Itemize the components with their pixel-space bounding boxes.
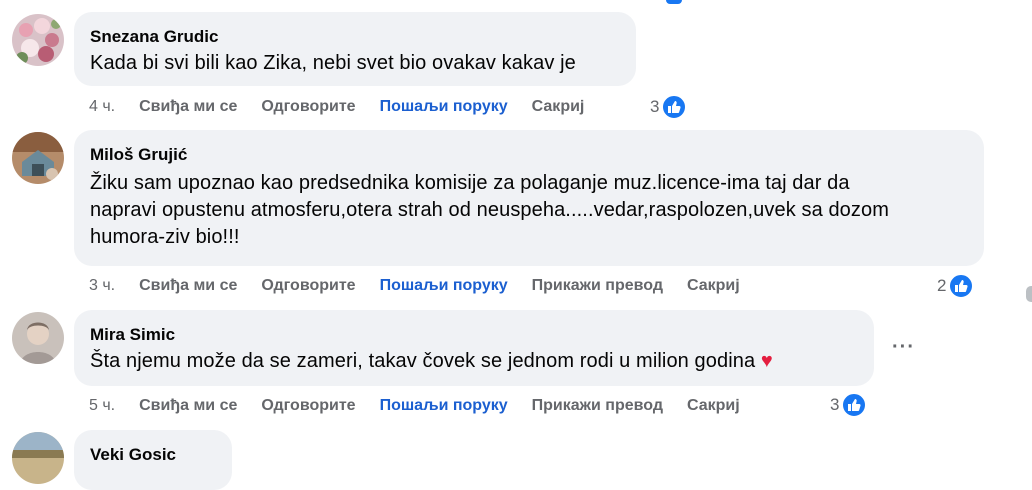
comment-bubble: Miloš Grujić Žiku sam upoznao kao predse… <box>74 130 984 266</box>
reply-button[interactable]: Одговорите <box>261 277 355 295</box>
avatar[interactable] <box>12 432 64 484</box>
thumbs-up-icon <box>661 94 688 120</box>
comment-author[interactable]: Miloš Grujić <box>90 144 968 166</box>
comment-author[interactable]: Mira Simic <box>90 324 858 346</box>
see-translation-button[interactable]: Прикажи превод <box>532 277 663 295</box>
comment-bubble: Veki Gosic <box>74 430 232 490</box>
comment-bubble: Mira Simic Šta njemu može da se zameri, … <box>74 310 874 386</box>
send-message-button[interactable]: Пошаљи поруку <box>380 277 508 295</box>
reply-button[interactable]: Одговорите <box>261 98 355 116</box>
more-options-icon[interactable]: ··· <box>892 336 915 359</box>
like-button[interactable]: Свиђа ми се <box>139 98 237 116</box>
comment-text-line: Žiku sam upoznao kao predsednika komisij… <box>90 172 850 194</box>
heart-emoji-icon: ♥ <box>760 350 773 372</box>
comment-actions: 3 ч. Свиђа ми се Одговорите Пошаљи порук… <box>89 275 764 297</box>
reaction-count: 3 <box>830 395 840 414</box>
comment-actions: 4 ч. Свиђа ми се Одговорите Пошаљи порук… <box>89 96 608 118</box>
comment-bubble: Snezana Grudic Kada bi svi bili kao Zika… <box>74 12 636 86</box>
reaction-summary[interactable]: 3 <box>830 392 868 418</box>
reaction-summary[interactable]: 3 <box>650 94 688 120</box>
comment-text-body: Šta njemu može da se zameri, takav čovek… <box>90 350 756 372</box>
thumbs-up-icon <box>841 392 868 418</box>
comment-timestamp[interactable]: 4 ч. <box>89 98 115 116</box>
see-translation-button[interactable]: Прикажи превод <box>532 397 663 415</box>
send-message-button[interactable]: Пошаљи поруку <box>380 98 508 116</box>
thumbs-up-icon <box>948 273 975 299</box>
comment-text-line: napravi opustenu atmosferu,otera strah o… <box>90 199 889 221</box>
comment-author[interactable]: Veki Gosic <box>90 444 216 466</box>
comment-text: Kada bi svi bili kao Zika, nebi svet bio… <box>90 52 576 74</box>
comment-timestamp[interactable]: 3 ч. <box>89 277 115 295</box>
comment-timestamp[interactable]: 5 ч. <box>89 397 115 415</box>
like-button[interactable]: Свиђа ми се <box>139 277 237 295</box>
avatar[interactable] <box>12 132 64 184</box>
reply-button[interactable]: Одговорите <box>261 397 355 415</box>
scroll-marker <box>666 0 682 4</box>
avatar[interactable] <box>12 312 64 364</box>
send-message-button[interactable]: Пошаљи поруку <box>380 397 508 415</box>
like-button[interactable]: Свиђа ми се <box>139 397 237 415</box>
comment-actions: 5 ч. Свиђа ми се Одговорите Пошаљи порук… <box>89 395 764 417</box>
scrollbar-handle[interactable] <box>1026 286 1032 302</box>
reaction-summary[interactable]: 2 <box>937 273 975 299</box>
reaction-count: 2 <box>937 276 947 295</box>
comment-text: Šta njemu može da se zameri, takav čovek… <box>90 348 858 375</box>
reaction-count: 3 <box>650 97 660 116</box>
comment-author[interactable]: Snezana Grudic <box>90 26 620 48</box>
hide-button[interactable]: Сакриј <box>687 277 740 295</box>
hide-button[interactable]: Сакриј <box>687 397 740 415</box>
comment-text-line: humora-ziv bio!!! <box>90 226 240 248</box>
avatar[interactable] <box>12 14 64 66</box>
hide-button[interactable]: Сакриј <box>532 98 585 116</box>
